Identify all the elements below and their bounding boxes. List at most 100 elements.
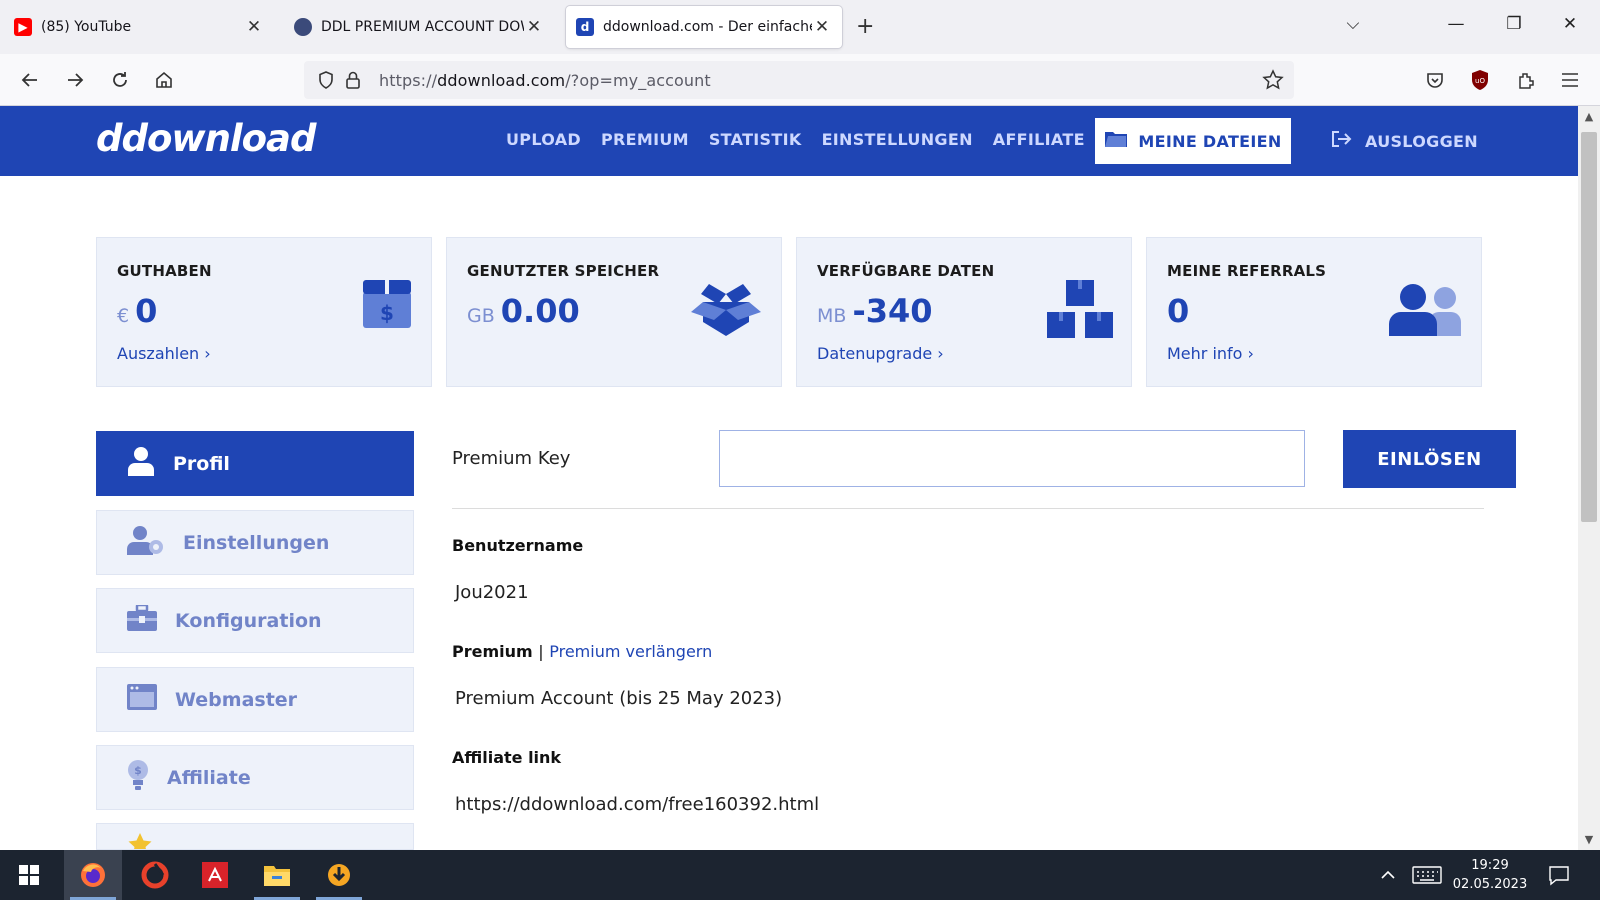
redeem-button[interactable]: EINLÖSEN	[1343, 430, 1516, 488]
lightbulb-dollar-icon: $	[127, 759, 149, 796]
tab-list-chevron-icon[interactable]: ⌵	[1341, 14, 1365, 34]
user-settings-icon	[127, 525, 165, 560]
premium-extend-link[interactable]: Premium verlängern	[549, 642, 712, 661]
ddl-site-icon	[294, 18, 312, 36]
affiliate-link-value[interactable]: https://ddownload.com/free160392.html	[455, 794, 819, 815]
scrollbar-thumb[interactable]	[1581, 132, 1597, 522]
close-icon[interactable]: ✕	[812, 17, 832, 37]
more-info-link[interactable]: Mehr info ›	[1167, 344, 1254, 363]
nav-statistik[interactable]: STATISTIK	[709, 130, 802, 149]
my-files-button[interactable]: MEINE DATEIEN	[1095, 118, 1291, 164]
ublock-origin-icon[interactable]: uO	[1466, 66, 1494, 94]
hamburger-menu-icon[interactable]	[1556, 66, 1584, 94]
nav-affiliate[interactable]: AFFILIATE	[993, 130, 1085, 149]
sidebar-item-profil[interactable]: Profil	[96, 431, 414, 496]
users-icon	[1389, 284, 1463, 340]
notification-center-icon[interactable]	[1548, 850, 1570, 900]
minimize-icon[interactable]: —	[1444, 14, 1468, 34]
svg-text:uO: uO	[1475, 77, 1485, 85]
ccleaner-icon[interactable]	[126, 850, 184, 900]
forward-icon[interactable]	[61, 66, 89, 94]
username-value: Jou2021	[455, 582, 529, 603]
firefox-icon[interactable]	[64, 850, 122, 900]
page-scrollbar[interactable]: ▲ ▼	[1578, 106, 1600, 850]
new-tab-icon[interactable]: +	[856, 14, 874, 39]
home-icon[interactable]	[150, 66, 178, 94]
data-upgrade-link[interactable]: Datenupgrade ›	[817, 344, 944, 363]
nav-upload[interactable]: UPLOAD	[506, 130, 581, 149]
premium-label: Premium	[452, 642, 533, 661]
clock-date: 02.05.2023	[1452, 877, 1528, 892]
sidebar-item-label: Webmaster	[175, 688, 298, 711]
nav-premium[interactable]: PREMIUM	[601, 130, 689, 149]
star-icon	[127, 832, 153, 849]
svg-text:$: $	[380, 301, 394, 325]
affiliate-link-label: Affiliate link	[452, 748, 562, 767]
logout-icon	[1331, 130, 1353, 152]
clock-time: 19:29	[1471, 858, 1509, 873]
scroll-up-icon[interactable]: ▲	[1578, 110, 1600, 123]
premium-row: Premium | Premium verlängern	[452, 642, 712, 661]
folder-icon	[1104, 129, 1128, 153]
close-icon[interactable]: ✕	[244, 17, 264, 37]
file-explorer-icon[interactable]	[248, 850, 306, 900]
premium-key-input[interactable]	[719, 430, 1305, 487]
stat-unit: MB	[817, 305, 847, 327]
stat-unit: €	[117, 305, 130, 327]
sidebar-item-partial[interactable]	[96, 823, 414, 850]
youtube-icon: ▶	[14, 18, 32, 36]
window-close-icon[interactable]: ✕	[1558, 14, 1582, 34]
back-icon[interactable]	[16, 66, 44, 94]
logout-button[interactable]: AUSLOGGEN	[1331, 130, 1478, 152]
sidebar-item-label: Konfiguration	[175, 609, 322, 632]
tab-title: ddownload.com - Der einfache	[603, 19, 812, 35]
stat-label: MEINE REFERRALS	[1167, 262, 1327, 280]
stat-card-referrals: MEINE REFERRALS 0 Mehr info ›	[1146, 237, 1482, 387]
stat-value: 0	[1167, 292, 1190, 330]
lock-icon[interactable]	[345, 70, 361, 94]
sidebar-item-webmaster[interactable]: Webmaster	[96, 667, 414, 732]
main-nav: UPLOAD PREMIUM STATISTIK EINSTELLUNGEN A…	[506, 130, 1085, 149]
sidebar-item-label: Profil	[173, 452, 230, 475]
sidebar-item-konfiguration[interactable]: Konfiguration	[96, 588, 414, 653]
close-icon[interactable]: ✕	[524, 17, 544, 37]
sidebar-item-affiliate[interactable]: $ Affiliate	[96, 745, 414, 810]
taskbar-clock[interactable]: 19:29 02.05.2023	[1450, 856, 1530, 894]
toolbox-icon	[127, 603, 157, 636]
jdownloader-icon[interactable]	[310, 850, 368, 900]
stat-value: -340	[852, 292, 933, 330]
tab-title: DDL PREMIUM ACCOUNT DOW	[321, 19, 524, 35]
sidebar-item-einstellungen[interactable]: Einstellungen	[96, 510, 414, 575]
boxes-icon	[1047, 280, 1113, 342]
svg-text:$: $	[134, 764, 142, 777]
extensions-icon[interactable]	[1512, 66, 1540, 94]
reload-icon[interactable]	[106, 66, 134, 94]
stat-card-storage: GENUTZTER SPEICHER GB 0.00	[446, 237, 782, 387]
scroll-down-icon[interactable]: ▼	[1578, 833, 1600, 846]
browser-tab-bar: ▶ (85) YouTube ✕ DDL PREMIUM ACCOUNT DOW…	[0, 0, 1600, 54]
open-box-icon	[689, 276, 763, 342]
tab-youtube[interactable]: ▶ (85) YouTube ✕	[4, 6, 274, 48]
touch-keyboard-icon[interactable]	[1412, 850, 1442, 900]
nav-einstellungen[interactable]: EINSTELLUNGEN	[822, 130, 973, 149]
pdf-reader-icon[interactable]	[186, 850, 244, 900]
restore-icon[interactable]: ❐	[1502, 14, 1526, 34]
tab-ddl-premium[interactable]: DDL PREMIUM ACCOUNT DOW ✕	[284, 6, 554, 48]
url-bar[interactable]: https://ddownload.com/?op=my_account	[304, 61, 1294, 99]
payout-link[interactable]: Auszahlen ›	[117, 344, 211, 363]
pocket-icon[interactable]	[1421, 66, 1449, 94]
url-text[interactable]: https://ddownload.com/?op=my_account	[379, 71, 711, 90]
site-logo[interactable]: ddownload	[96, 117, 316, 160]
windows-start-icon[interactable]	[0, 850, 58, 900]
stat-value: 0	[135, 292, 158, 330]
show-hidden-icons-chevron-icon[interactable]	[1380, 850, 1396, 900]
stat-label: GENUTZTER SPEICHER	[467, 262, 660, 280]
premium-key-label: Premium Key	[452, 448, 571, 469]
bookmark-star-icon[interactable]	[1262, 69, 1284, 95]
stat-value: 0.00	[500, 292, 580, 330]
stat-value-row: GB 0.00	[467, 292, 580, 330]
shield-icon[interactable]	[317, 70, 335, 94]
browser-nav-bar: https://ddownload.com/?op=my_account uO	[0, 54, 1600, 106]
tab-ddownload[interactable]: d ddownload.com - Der einfache ✕	[566, 6, 842, 48]
stat-value-row: € 0	[117, 292, 157, 330]
